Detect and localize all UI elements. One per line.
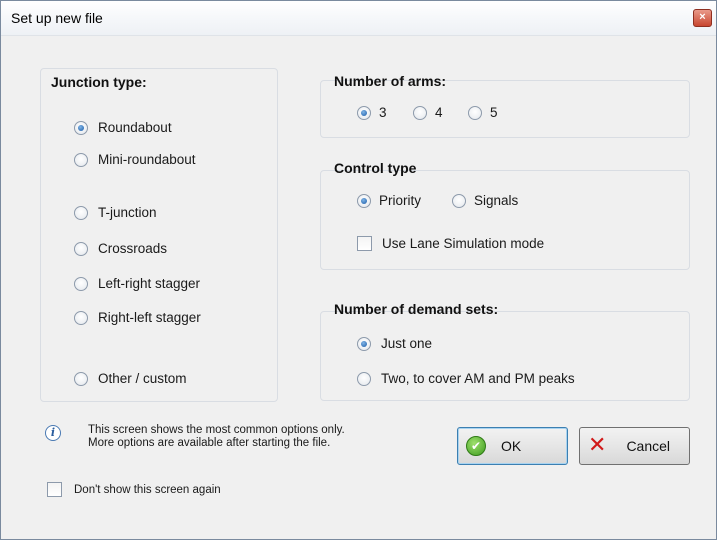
radio-t-junction[interactable]: T-junction: [74, 205, 157, 220]
radio-button[interactable]: [74, 152, 88, 167]
radio-button[interactable]: [468, 105, 482, 120]
radio-label: 4: [435, 105, 443, 120]
junction-type-group: [40, 68, 278, 402]
demand-sets-title: Number of demand sets:: [334, 301, 499, 317]
radio-button[interactable]: [357, 193, 371, 208]
lane-simulation-label: Use Lane Simulation mode: [382, 236, 545, 251]
control-type-group: [320, 170, 690, 270]
radio-label: Crossroads: [98, 241, 168, 256]
radio-two-am-pm[interactable]: Two, to cover AM and PM peaks: [357, 371, 575, 386]
dont-show-again-label: Don't show this screen again: [74, 483, 221, 496]
window-title: Set up new file: [11, 10, 103, 26]
radio-label: Just one: [381, 336, 433, 351]
radio-button[interactable]: [413, 105, 427, 120]
dont-show-again-row[interactable]: Don't show this screen again: [47, 482, 221, 497]
radio-button[interactable]: [74, 205, 88, 220]
dont-show-again-checkbox[interactable]: [47, 482, 62, 497]
close-icon[interactable]: ×: [693, 9, 712, 27]
radio-label: Left-right stagger: [98, 276, 201, 291]
radio-mini-roundabout[interactable]: Mini-roundabout: [74, 152, 196, 167]
demand-sets-group: [320, 311, 690, 401]
radio-other-custom[interactable]: Other / custom: [74, 371, 187, 386]
info-icon: i: [45, 425, 61, 441]
number-of-arms-title: Number of arms:: [334, 73, 447, 89]
radio-label: Two, to cover AM and PM peaks: [381, 371, 575, 386]
radio-button[interactable]: [74, 371, 88, 386]
radio-right-left-stagger[interactable]: Right-left stagger: [74, 310, 201, 325]
radio-label: T-junction: [98, 205, 157, 220]
radio-arms-4[interactable]: 4: [413, 105, 443, 120]
ok-check-icon: ✔: [466, 436, 486, 456]
radio-arms-3[interactable]: 3: [357, 105, 387, 120]
radio-crossroads[interactable]: Crossroads: [74, 241, 167, 256]
ok-button[interactable]: ✔ OK: [457, 427, 568, 465]
radio-label: 3: [379, 105, 387, 120]
radio-button[interactable]: [357, 105, 371, 120]
radio-label: 5: [490, 105, 498, 120]
radio-button[interactable]: [452, 193, 466, 208]
radio-left-right-stagger[interactable]: Left-right stagger: [74, 276, 200, 291]
radio-button[interactable]: [74, 276, 88, 291]
cancel-button[interactable]: ✕ Cancel: [579, 427, 690, 465]
radio-button[interactable]: [357, 371, 371, 386]
radio-label: Priority: [379, 193, 422, 208]
radio-just-one[interactable]: Just one: [357, 336, 432, 351]
radio-button[interactable]: [74, 120, 88, 135]
lane-simulation-checkbox[interactable]: [357, 236, 372, 251]
info-line-1: This screen shows the most common option…: [88, 424, 345, 436]
info-text: This screen shows the most common option…: [88, 424, 345, 450]
cancel-button-label: Cancel: [626, 438, 671, 454]
ok-button-label: OK: [501, 438, 522, 454]
radio-label: Mini-roundabout: [98, 152, 196, 167]
info-line-2: More options are available after startin…: [88, 437, 331, 449]
radio-signals[interactable]: Signals: [452, 193, 518, 208]
title-bar[interactable]: Set up new file ×: [1, 1, 716, 36]
radio-label: Signals: [474, 193, 519, 208]
radio-priority[interactable]: Priority: [357, 193, 421, 208]
junction-type-title: Junction type:: [51, 74, 147, 90]
cancel-x-icon: ✕: [588, 433, 607, 458]
radio-button[interactable]: [74, 241, 88, 256]
radio-label: Other / custom: [98, 371, 187, 386]
radio-roundabout[interactable]: Roundabout: [74, 120, 172, 135]
radio-arms-5[interactable]: 5: [468, 105, 498, 120]
control-type-title: Control type: [334, 160, 417, 176]
radio-label: Right-left stagger: [98, 310, 201, 325]
radio-button[interactable]: [357, 336, 371, 351]
radio-label: Roundabout: [98, 120, 172, 135]
lane-simulation-checkbox-row[interactable]: Use Lane Simulation mode: [357, 236, 544, 251]
radio-button[interactable]: [74, 310, 88, 325]
